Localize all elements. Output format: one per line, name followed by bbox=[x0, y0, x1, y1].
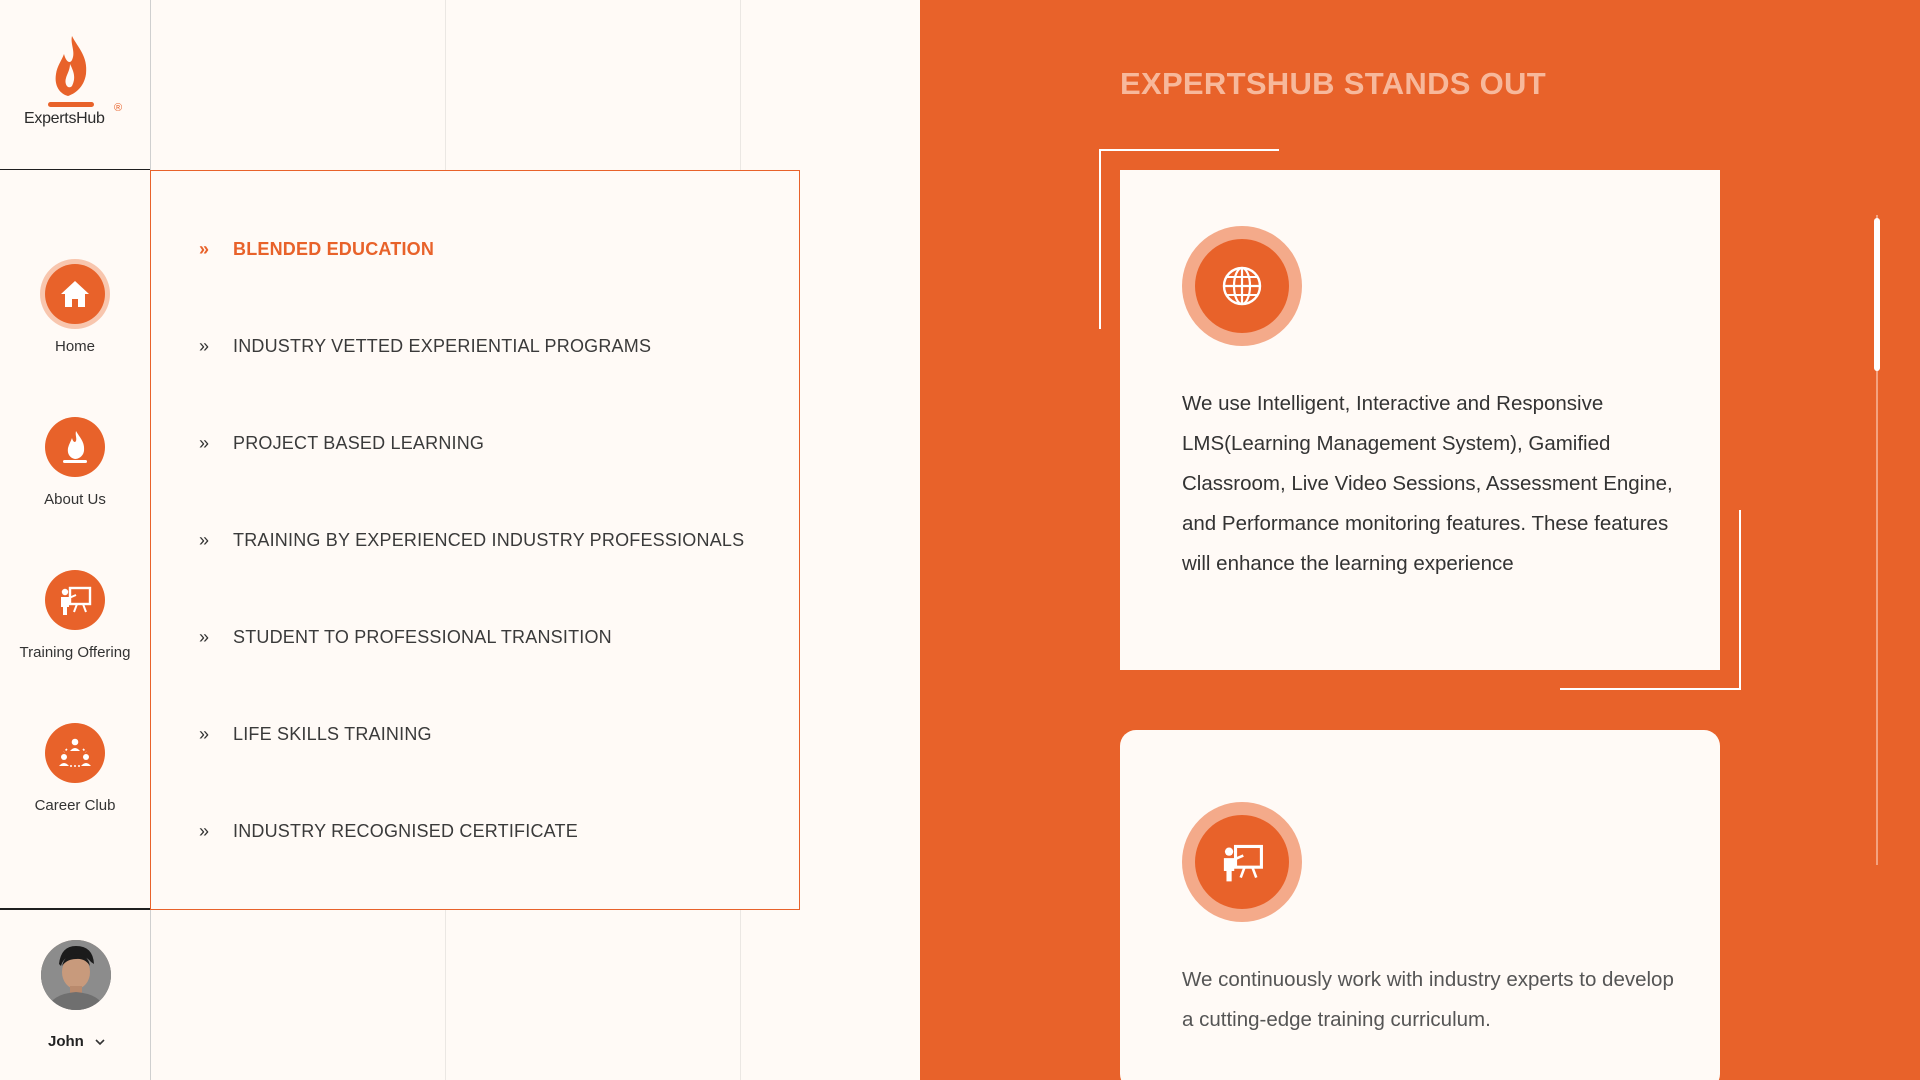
user-menu[interactable]: John bbox=[48, 1033, 106, 1050]
avatar[interactable] bbox=[41, 940, 111, 1010]
list-item-label: BLENDED EDUCATION bbox=[233, 239, 435, 259]
stands-out-section: EXPERTSHUB STANDS OUT We use Intelligent… bbox=[920, 0, 1920, 1080]
double-chevron-right-icon: » bbox=[199, 724, 210, 744]
section-title: EXPERTSHUB STANDS OUT bbox=[1120, 66, 1546, 101]
nav-label: Home bbox=[54, 338, 95, 355]
logo-wordmark: ExpertsHub bbox=[24, 110, 105, 127]
list-item-life-skills-training[interactable]: » LIFE SKILLS TRAINING bbox=[199, 724, 432, 745]
nav-icon-circle bbox=[45, 723, 105, 783]
double-chevron-right-icon: » bbox=[199, 821, 210, 841]
list-item-recognised-certificate[interactable]: » INDUSTRY RECOGNISED CERTIFICATE bbox=[199, 821, 578, 842]
logo[interactable]: ExpertsHub ® bbox=[0, 0, 150, 170]
list-item-label: TRAINING BY EXPERIENCED INDUSTRY PROFESS… bbox=[233, 530, 745, 550]
double-chevron-right-icon: » bbox=[199, 239, 210, 259]
globe-icon bbox=[1222, 266, 1262, 306]
nav-icon-circle bbox=[45, 570, 105, 630]
card-icon-ring bbox=[1182, 226, 1302, 346]
flame-icon bbox=[63, 431, 87, 463]
nav-label: Career Club bbox=[34, 797, 116, 814]
list-item-project-based-learning[interactable]: » PROJECT BASED LEARNING bbox=[199, 433, 484, 454]
feature-card: We use Intelligent, Interactive and Resp… bbox=[1120, 170, 1720, 670]
list-item-industry-vetted-programs[interactable]: » INDUSTRY VETTED EXPERIENTIAL PROGRAMS bbox=[199, 336, 651, 357]
home-icon bbox=[61, 281, 89, 307]
frame-line bbox=[1099, 149, 1279, 151]
chevron-down-icon bbox=[95, 1039, 105, 1046]
feature-list-panel: » BLENDED EDUCATION » INDUSTRY VETTED EX… bbox=[150, 170, 800, 910]
user-photo bbox=[41, 940, 111, 1010]
double-chevron-right-icon: » bbox=[199, 530, 210, 550]
group-network-icon bbox=[59, 738, 91, 767]
list-item-training-by-professionals[interactable]: » TRAINING BY EXPERIENCED INDUSTRY PROFE… bbox=[199, 530, 744, 551]
flame-logo-icon bbox=[48, 36, 94, 107]
feature-card: We continuously work with industry exper… bbox=[1120, 730, 1720, 1080]
nav-icon-circle bbox=[45, 264, 105, 324]
page: ExpertsHub ® Home About Us Training Offe… bbox=[0, 0, 1920, 1080]
frame-line bbox=[1099, 149, 1101, 329]
scrollbar-thumb[interactable] bbox=[1874, 218, 1880, 371]
presenter-board-icon bbox=[1223, 844, 1263, 882]
frame-line bbox=[1560, 688, 1741, 690]
nav-label: About Us bbox=[44, 491, 106, 508]
registered-mark: ® bbox=[114, 102, 123, 114]
list-item-label: INDUSTRY RECOGNISED CERTIFICATE bbox=[233, 821, 578, 841]
list-item-student-to-professional[interactable]: » STUDENT TO PROFESSIONAL TRANSITION bbox=[199, 627, 612, 648]
double-chevron-right-icon: » bbox=[199, 433, 210, 453]
divider bbox=[0, 908, 150, 910]
nav-label: Training Offering bbox=[19, 644, 131, 661]
card-description: We continuously work with industry exper… bbox=[1182, 968, 1674, 1031]
nav-item-about-us[interactable]: About Us bbox=[0, 417, 150, 508]
double-chevron-right-icon: » bbox=[199, 627, 210, 647]
nav-item-training-offering[interactable]: Training Offering bbox=[0, 570, 150, 661]
double-chevron-right-icon: » bbox=[199, 336, 210, 356]
presenter-board-icon bbox=[61, 586, 92, 615]
list-item-label: LIFE SKILLS TRAINING bbox=[233, 724, 432, 744]
frame-line bbox=[1739, 510, 1741, 690]
card-icon-ring bbox=[1182, 802, 1302, 922]
card-icon-circle bbox=[1195, 815, 1289, 909]
list-item-label: PROJECT BASED LEARNING bbox=[233, 433, 485, 453]
nav-item-home[interactable]: Home bbox=[0, 264, 150, 355]
user-name: John bbox=[48, 1033, 84, 1050]
list-item-blended-education[interactable]: » BLENDED EDUCATION bbox=[199, 239, 434, 260]
list-item-label: INDUSTRY VETTED EXPERIENTIAL PROGRAMS bbox=[233, 336, 652, 356]
list-item-label: STUDENT TO PROFESSIONAL TRANSITION bbox=[233, 627, 612, 647]
nav-item-career-club[interactable]: Career Club bbox=[0, 723, 150, 814]
nav-icon-circle bbox=[45, 417, 105, 477]
card-description: We use Intelligent, Interactive and Resp… bbox=[1182, 392, 1673, 575]
sidebar: ExpertsHub ® Home About Us Training Offe… bbox=[0, 0, 151, 1080]
card-icon-circle bbox=[1195, 239, 1289, 333]
